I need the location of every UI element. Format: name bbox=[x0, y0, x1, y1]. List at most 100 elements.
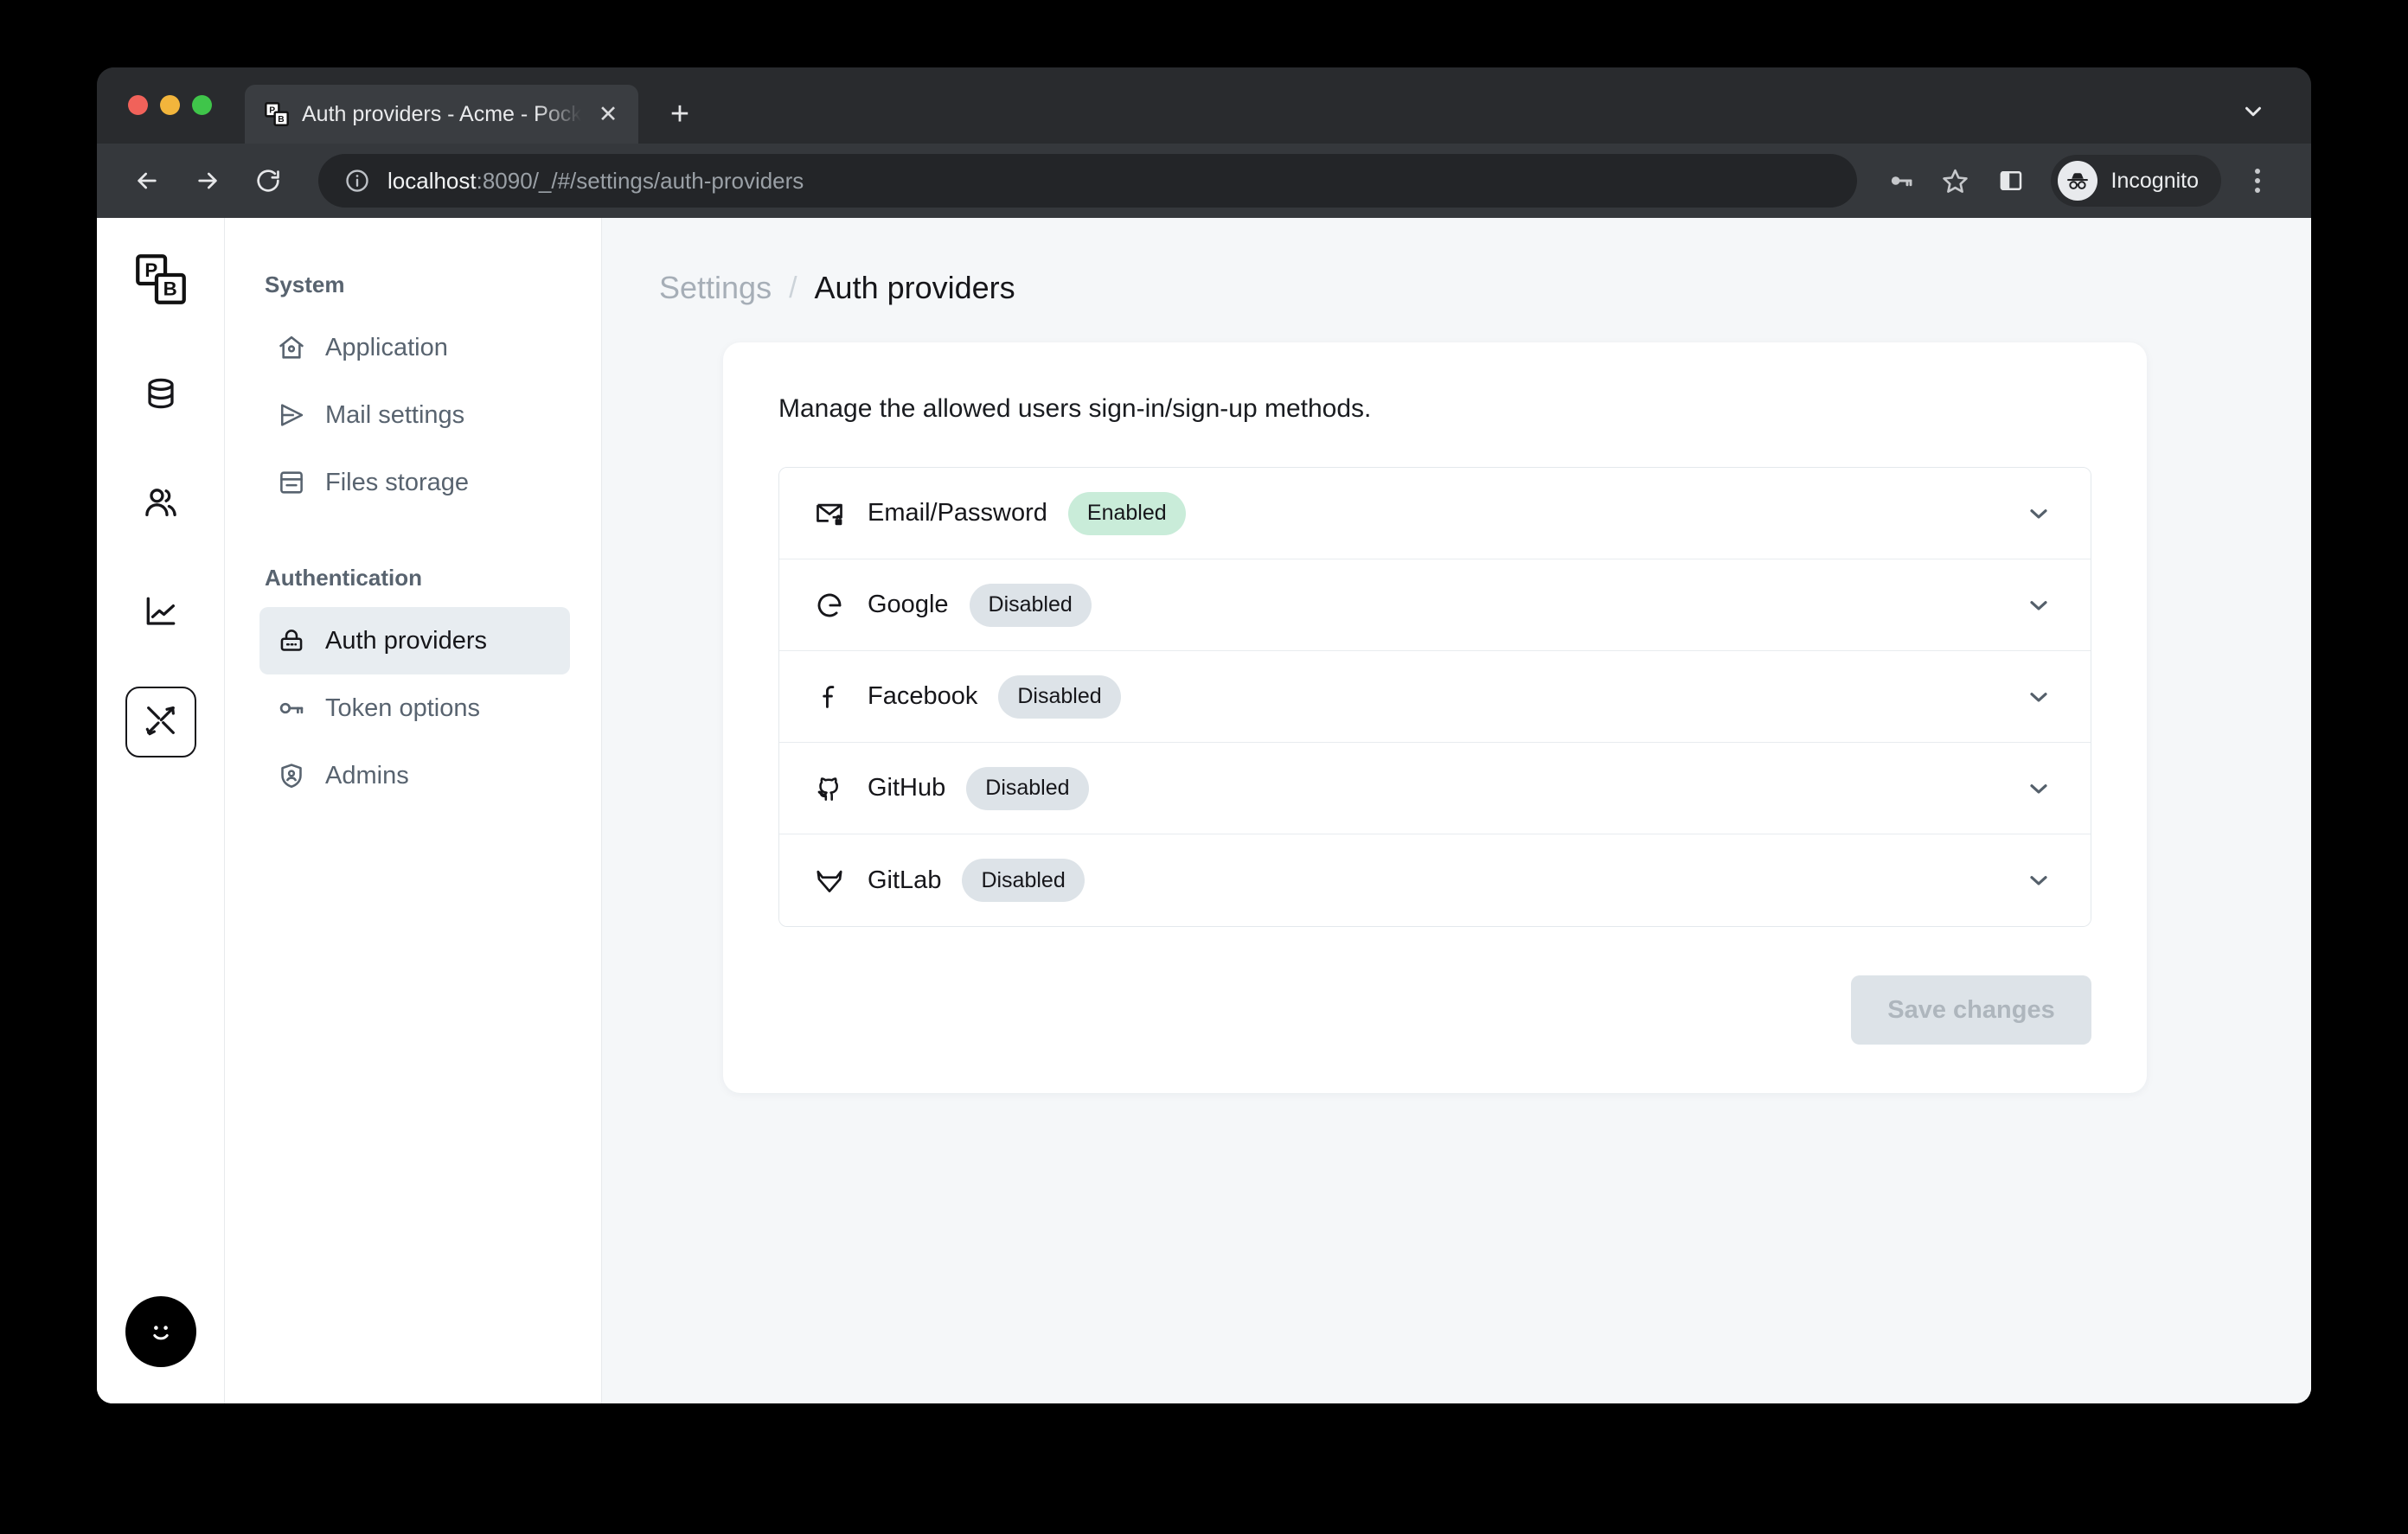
rail-item-users[interactable] bbox=[125, 469, 196, 540]
new-tab-button[interactable]: + bbox=[661, 95, 699, 133]
main-content: Settings / Auth providers Manage the all… bbox=[602, 218, 2311, 1403]
sidebar-item-label: Files storage bbox=[325, 468, 470, 496]
card-footer: Save changes bbox=[778, 975, 2091, 1045]
star-icon[interactable] bbox=[1930, 155, 1982, 207]
breadcrumb: Settings / Auth providers bbox=[602, 270, 2311, 306]
chevron-down-icon[interactable] bbox=[2020, 678, 2058, 716]
provider-row-gitlab[interactable]: GitLab Disabled bbox=[779, 834, 2091, 926]
pocketbase-favicon: P B bbox=[264, 101, 290, 127]
svg-text:P: P bbox=[269, 105, 275, 115]
side-panel-icon[interactable] bbox=[1985, 155, 2037, 207]
page-viewport: P B System Application Mail settings Fil… bbox=[97, 218, 2311, 1403]
pocketbase-logo[interactable]: P B bbox=[134, 252, 188, 306]
sidebar-item-mail-settings[interactable]: Mail settings bbox=[259, 381, 570, 449]
status-badge: Disabled bbox=[998, 674, 1121, 719]
maximize-window-button[interactable] bbox=[192, 94, 212, 115]
toolbar-right-actions: Incognito bbox=[1874, 155, 2282, 207]
breadcrumb-separator: / bbox=[789, 271, 797, 304]
browser-window: P B Auth providers - Acme - Pocket ✕ + l… bbox=[97, 67, 2311, 1403]
provider-row-email-password[interactable]: Email/Password Enabled bbox=[779, 468, 2091, 559]
page-title: Auth providers bbox=[814, 270, 1015, 305]
close-window-button[interactable] bbox=[128, 94, 148, 115]
save-changes-button[interactable]: Save changes bbox=[1851, 975, 2091, 1045]
sidebar-item-files-storage[interactable]: Files storage bbox=[259, 449, 570, 516]
chart-line-icon bbox=[143, 593, 179, 634]
auth-providers-card: Manage the allowed users sign-in/sign-up… bbox=[723, 342, 2147, 1093]
gitlab-icon bbox=[812, 863, 847, 898]
status-badge: Disabled bbox=[969, 583, 1092, 627]
kebab-menu-icon[interactable] bbox=[2233, 157, 2282, 205]
sidebar-item-label: Mail settings bbox=[325, 400, 465, 429]
profile-label: Incognito bbox=[2110, 168, 2199, 193]
facebook-icon bbox=[812, 680, 847, 714]
sidebar-item-admins[interactable]: Admins bbox=[259, 742, 570, 809]
provider-name: Email/Password bbox=[868, 499, 1047, 527]
incognito-icon bbox=[2057, 161, 2097, 201]
sidebar-item-auth-providers[interactable]: Auth providers bbox=[259, 607, 570, 674]
sidebar-group-title-authentication: Authentication bbox=[265, 565, 422, 591]
svg-text:P: P bbox=[144, 259, 157, 281]
browser-tab-strip: P B Auth providers - Acme - Pocket ✕ + bbox=[97, 67, 2311, 144]
sidebar-item-token-options[interactable]: Token options bbox=[259, 674, 570, 742]
envelope-lock-icon bbox=[812, 496, 847, 531]
google-icon bbox=[812, 588, 847, 623]
status-badge: Enabled bbox=[1067, 491, 1186, 535]
rail-item-logs[interactable] bbox=[125, 578, 196, 649]
sidebar-item-label: Auth providers bbox=[325, 626, 487, 655]
chevron-down-icon[interactable] bbox=[2020, 495, 2058, 533]
window-traffic-lights bbox=[128, 67, 212, 144]
tools-icon bbox=[144, 703, 178, 742]
browser-tab[interactable]: P B Auth providers - Acme - Pocket ✕ bbox=[245, 85, 638, 144]
address-bar-url: localhost:8090/_/#/settings/auth-provide… bbox=[387, 168, 804, 195]
profile-button[interactable]: Incognito bbox=[2050, 155, 2221, 207]
home-gear-icon bbox=[277, 333, 306, 362]
chevron-down-icon[interactable] bbox=[2020, 770, 2058, 808]
provider-row-google[interactable]: Google Disabled bbox=[779, 559, 2091, 651]
provider-row-github[interactable]: GitHub Disabled bbox=[779, 743, 2091, 834]
provider-name: GitHub bbox=[868, 774, 946, 802]
github-icon bbox=[812, 771, 847, 806]
provider-name: Google bbox=[868, 591, 949, 618]
tab-title: Auth providers - Acme - Pocket bbox=[302, 101, 581, 126]
key-icon bbox=[277, 693, 306, 723]
paper-plane-icon bbox=[277, 400, 306, 430]
provider-list: Email/Password Enabled Google Disabled F… bbox=[778, 467, 2091, 927]
address-bar[interactable]: localhost:8090/_/#/settings/auth-provide… bbox=[318, 154, 1857, 208]
sidebar-item-application[interactable]: Application bbox=[259, 314, 570, 381]
back-arrow-icon[interactable] bbox=[119, 153, 175, 208]
database-icon bbox=[143, 375, 179, 416]
sidebar-group-title-system: System bbox=[265, 272, 345, 297]
chevron-down-icon[interactable] bbox=[2233, 92, 2273, 131]
provider-row-facebook[interactable]: Facebook Disabled bbox=[779, 651, 2091, 743]
url-host: localhost bbox=[387, 167, 477, 194]
chevron-down-icon[interactable] bbox=[2020, 586, 2058, 624]
info-circle-icon[interactable] bbox=[344, 168, 370, 194]
status-badge: Disabled bbox=[966, 766, 1089, 810]
smiley-avatar[interactable] bbox=[125, 1296, 196, 1367]
sidebar-item-label: Application bbox=[325, 333, 448, 361]
app-icon-rail: P B bbox=[97, 218, 225, 1403]
browser-toolbar: localhost:8090/_/#/settings/auth-provide… bbox=[97, 144, 2311, 218]
sidebar-item-label: Token options bbox=[325, 693, 480, 722]
key-icon[interactable] bbox=[1874, 155, 1926, 207]
users-icon bbox=[143, 484, 179, 525]
minimize-window-button[interactable] bbox=[160, 94, 180, 115]
status-badge: Disabled bbox=[962, 859, 1085, 902]
settings-sidebar: System Application Mail settings Files s… bbox=[225, 218, 602, 1403]
rail-item-settings[interactable] bbox=[125, 687, 196, 757]
reload-icon[interactable] bbox=[240, 153, 296, 208]
provider-name: Facebook bbox=[868, 682, 978, 710]
card-description: Manage the allowed users sign-in/sign-up… bbox=[778, 394, 1372, 423]
url-path: :8090/_/#/settings/auth-providers bbox=[476, 167, 804, 194]
svg-text:B: B bbox=[163, 278, 176, 300]
breadcrumb-parent[interactable]: Settings bbox=[659, 270, 772, 306]
sidebar-item-label: Admins bbox=[325, 761, 409, 789]
forward-arrow-icon[interactable] bbox=[180, 153, 235, 208]
provider-name: GitLab bbox=[868, 866, 942, 894]
svg-text:B: B bbox=[278, 115, 284, 125]
archive-icon bbox=[277, 468, 306, 497]
chevron-down-icon[interactable] bbox=[2020, 861, 2058, 899]
rail-item-collections[interactable] bbox=[125, 360, 196, 431]
shield-user-icon bbox=[277, 761, 306, 790]
close-tab-button[interactable]: ✕ bbox=[593, 99, 623, 129]
